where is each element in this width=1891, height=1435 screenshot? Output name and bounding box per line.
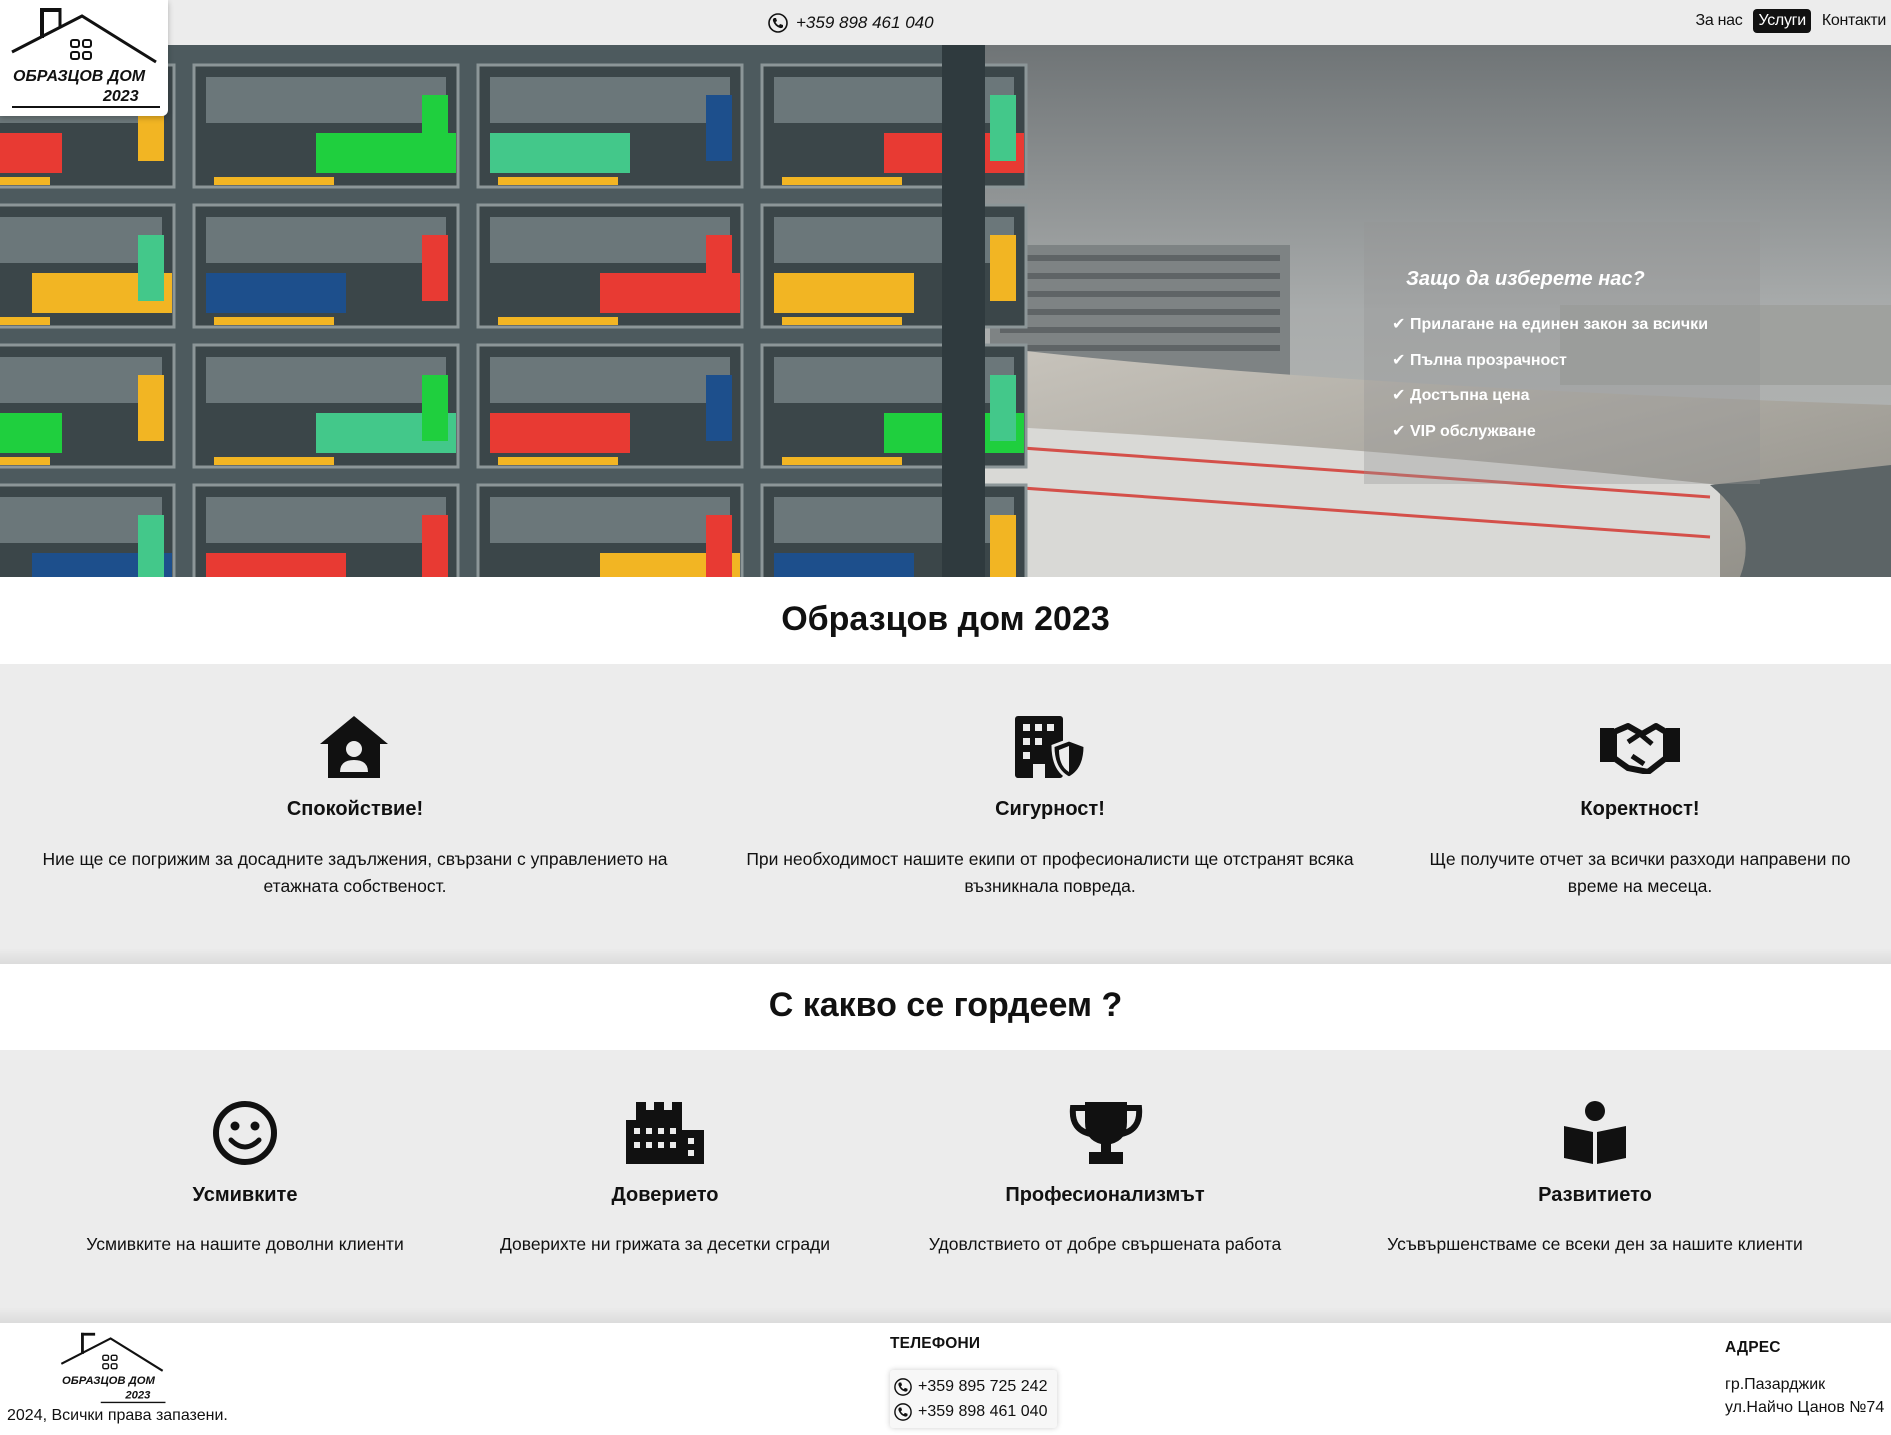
- section-title-brand: Образцов дом 2023: [781, 600, 1110, 638]
- city-icon: [626, 1102, 704, 1164]
- feature-text: Ние ще се погрижим за досадните задължен…: [42, 849, 668, 896]
- footer-phone-text: +359 895 725 242: [918, 1377, 1048, 1395]
- pride-text: Усмивките на нашите доволни клиенти: [86, 1234, 404, 1254]
- why-us-item: ✔ VIP обслужване: [1392, 422, 1536, 440]
- feature-card: Спокойствие! Ние ще се погрижим за досад…: [20, 664, 690, 964]
- pride-card: Усмивките Усмивките на нашите доволни кл…: [50, 1050, 440, 1323]
- footer-logo[interactable]: ОБРАЗЦОВ ДОМ 2023: [58, 1330, 166, 1406]
- pride-card: Развитието Усъвършенстваме се всеки ден …: [1360, 1050, 1830, 1323]
- address-heading: АДРЕС: [1725, 1339, 1781, 1356]
- address-city: гр.Пазарджик: [1725, 1376, 1826, 1393]
- why-us-list: ✔ Прилагане на единен закон за всички ✔ Пъ…: [1392, 314, 1708, 456]
- copyright: 2024, Всички права запазени.: [7, 1407, 228, 1424]
- feature-title: Спокойствие!: [286, 798, 424, 820]
- features-band: Спокойствие! Ние ще се погрижим за досад…: [0, 664, 1891, 964]
- footer-phones: +359 895 725 242 +359 898 461 040: [890, 1370, 1058, 1428]
- pride-text: Доверихте ни грижата за десетки сгради: [499, 1234, 831, 1254]
- section-title-pride: С какво се гордеем ?: [768, 986, 1123, 1024]
- main-nav: За нас Услуги Контакти: [1690, 9, 1891, 33]
- feature-card: Сигурност! При необходимост нашите екипи…: [720, 664, 1380, 964]
- feature-text: При необходимост нашите екипи от професи…: [746, 849, 1354, 896]
- nav-about[interactable]: За нас: [1690, 9, 1747, 33]
- check-icon: ✔: [1392, 316, 1406, 333]
- phone-icon: [894, 1377, 912, 1396]
- trophy-icon: [1069, 1102, 1143, 1164]
- logo-title: ОБРАЗЦОВ ДОМ: [13, 68, 146, 85]
- pride-title: Усмивките: [192, 1184, 298, 1206]
- house-user-icon: [320, 716, 388, 778]
- footer-phone-row[interactable]: +359 895 725 242: [894, 1374, 1047, 1399]
- pride-text: Усъвършенстваме се всеки ден за нашите к…: [1387, 1234, 1803, 1254]
- pride-card: Доверието Доверихте ни грижата за десетк…: [470, 1050, 860, 1323]
- why-us-item: ✔ Пълна прозрачност: [1392, 351, 1567, 369]
- footer-phone-text: +359 898 461 040: [918, 1402, 1048, 1420]
- logo-year: 2023: [102, 88, 139, 105]
- footer-logo-title: ОБРАЗЦОВ ДОМ: [62, 1375, 156, 1387]
- check-icon: ✔: [1392, 387, 1406, 404]
- nav-services[interactable]: Услуги: [1753, 9, 1811, 33]
- logo-house-icon: ОБРАЗЦОВ ДОМ 2023: [11, 8, 160, 108]
- pride-title: Доверието: [611, 1184, 719, 1206]
- feature-card: Коректност! Ще получите отчет за всички …: [1410, 664, 1870, 964]
- nav-contacts[interactable]: Контакти: [1817, 9, 1891, 33]
- why-us-item: ✔ Прилагане на единен закон за всички: [1392, 316, 1709, 333]
- smile-icon: [213, 1101, 277, 1165]
- why-us-panel: Защо да изберете нас? ✔ Прилагане на един…: [1364, 222, 1760, 484]
- phones-heading: ТЕЛЕФОНИ: [890, 1335, 981, 1352]
- check-icon: ✔: [1392, 351, 1406, 369]
- phone-icon: [894, 1402, 912, 1421]
- top-bar: +359 898 461 040 За нас Услуги Контакти: [0, 0, 1891, 45]
- pride-band: Усмивките Усмивките на нашите доволни кл…: [0, 1050, 1891, 1323]
- pride-title: Развитието: [1538, 1184, 1652, 1206]
- handshake-icon: [1600, 723, 1680, 774]
- pride-title: Професионализмът: [1005, 1184, 1205, 1206]
- pride-text: Удовлствието от добре свършената работа: [928, 1234, 1282, 1254]
- footer-phone-row[interactable]: +359 898 461 040: [894, 1399, 1047, 1424]
- footer-logo-year: 2023: [124, 1389, 151, 1401]
- address-street: ул.Найчо Цанов №74: [1725, 1399, 1885, 1416]
- footer: ОБРАЗЦОВ ДОМ 2023 2024, Всички права зап…: [0, 1323, 1891, 1435]
- logo[interactable]: ОБРАЗЦОВ ДОМ 2023: [0, 0, 168, 116]
- header-phone-text: +359 898 461 040: [796, 13, 934, 32]
- feature-text: Ще получите отчет за всички разходи напр…: [1429, 849, 1851, 896]
- feature-title: Сигурност!: [995, 798, 1105, 820]
- phone-icon: [768, 13, 788, 33]
- feature-title: Коректност!: [1580, 798, 1700, 820]
- pride-card: Професионализмът Удовлствието от добре с…: [900, 1050, 1310, 1323]
- book-reader-icon: [1564, 1101, 1626, 1164]
- hero-banner: Защо да изберете нас? ✔ Прилагане на един…: [0, 45, 1891, 577]
- why-us-title: Защо да изберете нас?: [1406, 268, 1645, 290]
- building-shield-icon: [1015, 716, 1087, 780]
- header-phone[interactable]: +359 898 461 040: [768, 11, 934, 35]
- check-icon: ✔: [1392, 422, 1406, 440]
- why-us-item: ✔ Достъпна цена: [1392, 387, 1530, 404]
